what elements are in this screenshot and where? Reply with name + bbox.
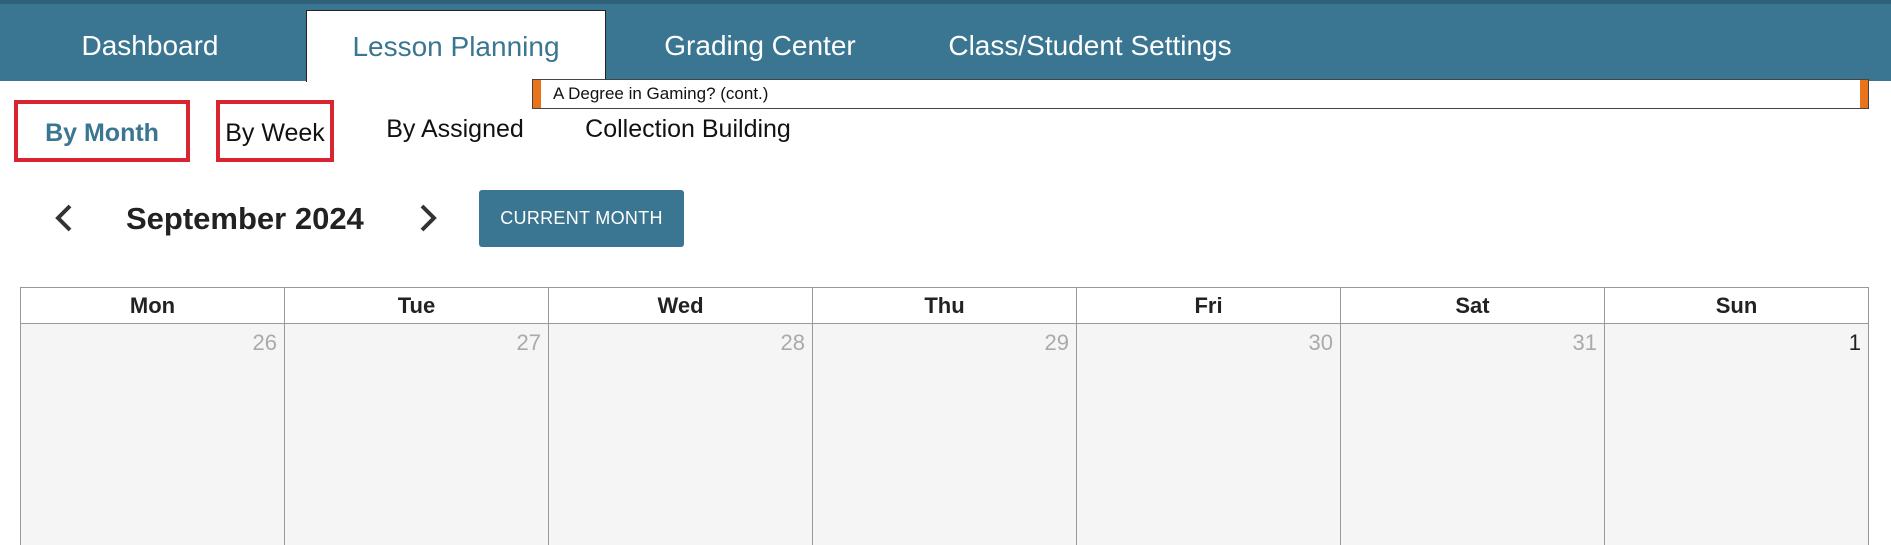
tab-class-student-settings[interactable]: Class/Student Settings xyxy=(925,10,1255,82)
weekday-label: Sat xyxy=(1341,288,1605,324)
month-calendar: Mon Tue Wed Thu Fri Sat Sun 26 27 28 29 … xyxy=(20,287,1869,545)
day-number: 29 xyxy=(1044,330,1069,355)
weekday-label: Thu xyxy=(813,288,1077,324)
previous-month-button[interactable] xyxy=(44,198,84,238)
top-navigation: Dashboard Lesson Planning Grading Center… xyxy=(0,0,1891,82)
view-by-assigned[interactable]: By Assigned xyxy=(380,100,530,162)
day-cell[interactable]: 31 xyxy=(1341,324,1605,545)
day-cell[interactable]: 26 xyxy=(21,324,285,545)
day-number: 27 xyxy=(516,330,541,355)
day-cell[interactable]: 27 xyxy=(285,324,549,545)
weekday-header: Mon Tue Wed Thu Fri Sat Sun xyxy=(21,288,1869,324)
view-by-week[interactable]: By Week xyxy=(216,100,334,162)
day-number: 31 xyxy=(1572,330,1597,355)
weekday-label: Tue xyxy=(285,288,549,324)
view-by-month[interactable]: By Month xyxy=(14,100,190,162)
event-title: A Degree in Gaming? (cont.) xyxy=(553,84,769,103)
current-month-button[interactable]: CURRENT MONTH xyxy=(479,190,684,247)
weekday-label: Fri xyxy=(1077,288,1341,324)
event-color-marker xyxy=(1860,80,1868,108)
weekday-label: Wed xyxy=(549,288,813,324)
event-color-marker xyxy=(533,80,541,108)
calendar-event[interactable]: A Degree in Gaming? (cont.) xyxy=(532,79,1869,109)
calendar-week-row: 26 27 28 29 30 31 1 xyxy=(21,324,1869,545)
day-number: 1 xyxy=(1848,330,1861,355)
weekday-label: Mon xyxy=(21,288,285,324)
day-number: 28 xyxy=(780,330,805,355)
chevron-right-icon xyxy=(420,204,437,232)
day-cell[interactable]: 29 xyxy=(813,324,1077,545)
day-number: 30 xyxy=(1308,330,1333,355)
tab-grading-center[interactable]: Grading Center xyxy=(640,10,880,82)
tab-dashboard[interactable]: Dashboard xyxy=(20,10,280,82)
chevron-left-icon xyxy=(55,204,72,232)
next-month-button[interactable] xyxy=(408,198,448,238)
day-cell[interactable]: 30 xyxy=(1077,324,1341,545)
day-cell[interactable]: 1 xyxy=(1605,324,1869,545)
tab-lesson-planning[interactable]: Lesson Planning xyxy=(306,10,606,82)
weekday-label: Sun xyxy=(1605,288,1869,324)
day-cell[interactable]: 28 xyxy=(549,324,813,545)
day-number: 26 xyxy=(252,330,277,355)
view-collection-building[interactable]: Collection Building xyxy=(580,100,796,162)
month-title: September 2024 xyxy=(126,201,364,236)
